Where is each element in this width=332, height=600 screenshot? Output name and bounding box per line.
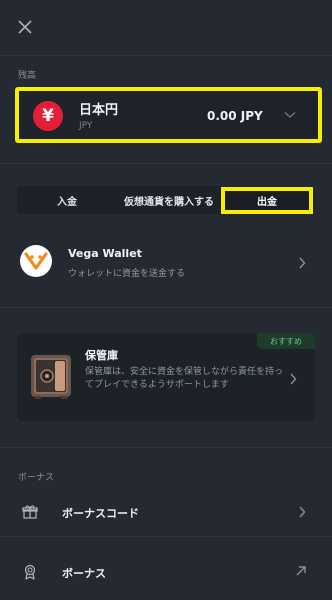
tab-buy-crypto[interactable]: 仮想通貨を購入する: [117, 186, 221, 214]
gift-icon: [22, 505, 38, 519]
balance-amount: 0.00 JPY: [207, 109, 263, 123]
currency-code: JPY: [79, 121, 93, 131]
section-divider: [0, 307, 332, 308]
currency-selector[interactable]: ¥ 日本円 JPY 0.00 JPY: [15, 87, 322, 143]
recommended-badge: おすすめ: [257, 333, 315, 349]
chevron-down-icon: [284, 111, 296, 118]
bonus-label: ボーナス: [62, 567, 106, 580]
vega-v-icon: [24, 252, 48, 270]
vega-wallet-logo: [20, 245, 52, 277]
section-divider: [0, 163, 332, 164]
vault-title: 保管庫: [85, 349, 118, 362]
close-button[interactable]: [14, 16, 36, 38]
row-divider: [0, 536, 332, 537]
yen-currency-icon: ¥: [33, 101, 63, 131]
chevron-right-icon: [290, 373, 297, 385]
wallet-title: Vega Wallet: [68, 247, 142, 260]
vault-card[interactable]: おすすめ 保管庫 保管庫は、安全に資金を保管しながら責任を持ってプレイできるよう…: [17, 333, 315, 421]
medal-icon: [24, 564, 36, 580]
external-arrow-icon: [296, 566, 306, 576]
header-divider: [0, 55, 332, 56]
balance-section-label: 残高: [18, 71, 37, 81]
close-icon: [18, 20, 32, 34]
vega-wallet-row[interactable]: Vega Wallet ウォレットに資金を送金する: [18, 241, 318, 285]
bonus-code-label: ボーナスコード: [62, 507, 139, 520]
bonus-section-label: ボーナス: [18, 473, 55, 483]
chevron-right-icon: [299, 257, 306, 269]
bonus-row[interactable]: ボーナス: [18, 554, 316, 590]
transaction-tabs: 入金 仮想通貨を購入する 出金: [17, 186, 315, 214]
safe-icon: [31, 355, 71, 399]
wallet-subtitle: ウォレットに資金を送金する: [68, 269, 186, 279]
tab-deposit[interactable]: 入金: [17, 186, 117, 214]
vault-description: 保管庫は、安全に資金を保管しながら責任を持ってプレイできるようサポートします: [85, 367, 284, 390]
section-divider: [0, 447, 332, 448]
bonus-code-row[interactable]: ボーナスコード: [18, 494, 316, 530]
chevron-right-icon: [299, 506, 306, 518]
tab-withdraw[interactable]: 出金: [221, 186, 313, 214]
currency-name: 日本円: [79, 103, 119, 118]
